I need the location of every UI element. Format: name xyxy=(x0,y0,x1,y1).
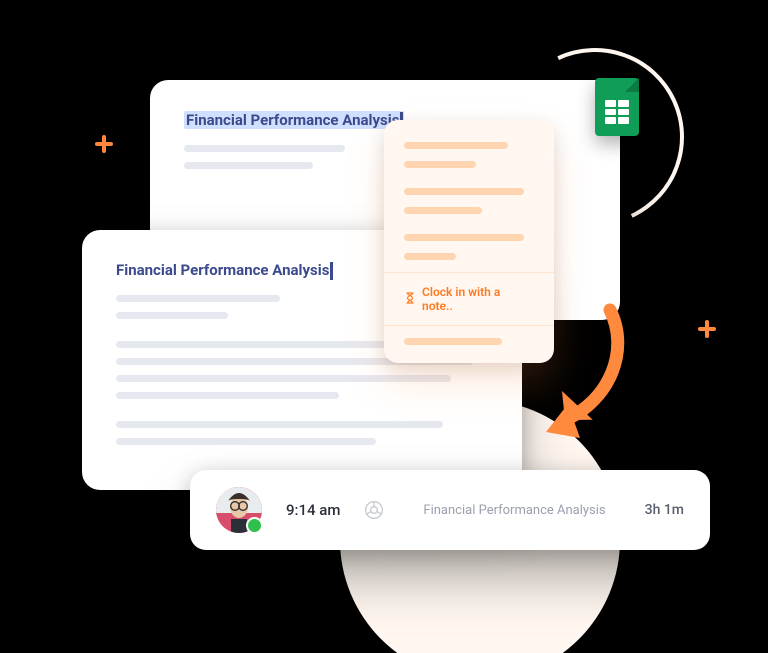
document-title[interactable]: Financial Performance Analysis xyxy=(184,111,404,129)
text-cursor-icon xyxy=(331,263,332,279)
menu-item-placeholder[interactable] xyxy=(404,161,476,168)
time-entry-row[interactable]: 9:14 am Financial Performance Analysis 3… xyxy=(190,470,710,550)
menu-item-placeholder[interactable] xyxy=(404,207,482,214)
document-title[interactable]: Financial Performance Analysis xyxy=(116,261,332,279)
document-title-text: Financial Performance Analysis xyxy=(116,261,329,279)
online-status-dot xyxy=(246,517,263,534)
menu-item-placeholder[interactable] xyxy=(404,188,524,195)
sparkle-icon xyxy=(95,135,113,153)
google-sheets-icon[interactable] xyxy=(595,78,639,136)
document-title-text: Financial Performance Analysis xyxy=(186,111,399,129)
menu-item-placeholder[interactable] xyxy=(404,234,524,241)
arrow-down-icon xyxy=(520,300,640,450)
menu-item-placeholder[interactable] xyxy=(404,253,456,260)
menu-separator xyxy=(384,272,554,273)
avatar[interactable] xyxy=(216,487,262,533)
hourglass-icon xyxy=(404,292,416,307)
clock-in-label: Clock in with a note.. xyxy=(422,285,534,313)
entry-task: Financial Performance Analysis xyxy=(408,503,620,518)
menu-item-placeholder[interactable] xyxy=(404,338,502,345)
entry-duration: 3h 1m xyxy=(645,502,684,518)
menu-item-placeholder[interactable] xyxy=(404,142,508,149)
clock-in-action[interactable]: Clock in with a note.. xyxy=(404,285,534,313)
chrome-icon xyxy=(364,500,384,520)
sparkle-icon xyxy=(698,320,716,338)
entry-time: 9:14 am xyxy=(286,501,340,519)
